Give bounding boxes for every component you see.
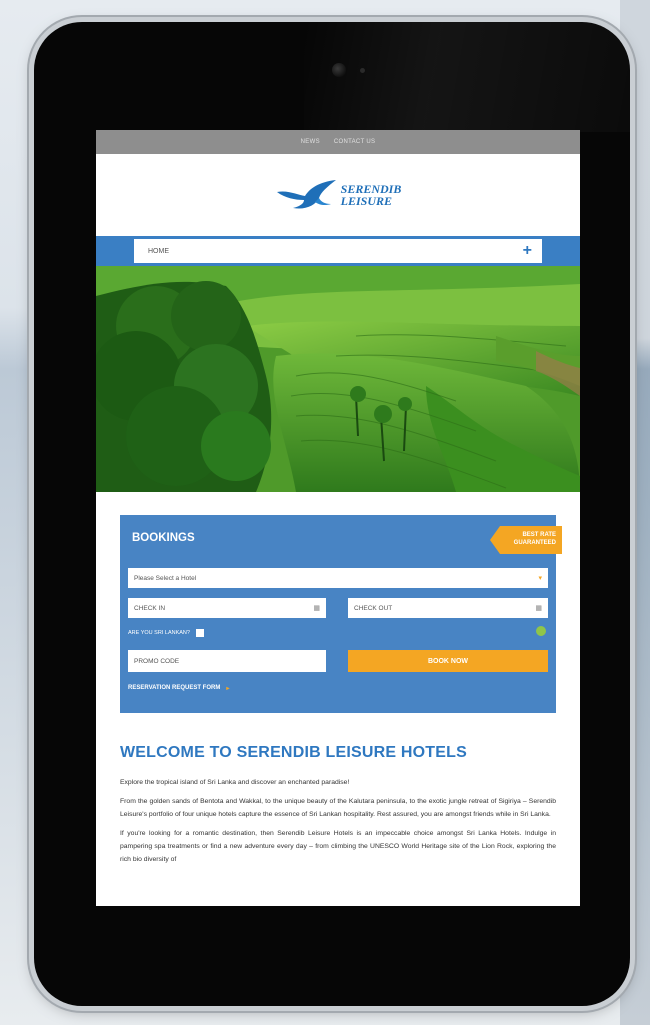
promo-code-input[interactable]: PROMO CODE (128, 650, 326, 672)
welcome-heading: WELCOME TO SERENDIB LEISURE HOTELS (120, 744, 467, 761)
topbar-link-contact[interactable]: CONTACT US (334, 139, 375, 145)
body-paragraph-2: If you're looking for a romantic destina… (120, 830, 556, 863)
check-out-field[interactable]: CHECK OUT ▦ (348, 598, 548, 618)
booking-title: BOOKINGS (132, 532, 195, 544)
book-now-button[interactable]: BOOK NOW (348, 650, 548, 672)
camera-icon (332, 63, 346, 77)
check-in-field[interactable]: CHECK IN ▦ (128, 598, 326, 618)
badge-line-1: BEST RATE (522, 532, 556, 538)
hotel-select-value: Please Select a Hotel (134, 574, 197, 582)
top-bar: NEWS CONTACT US (96, 130, 580, 154)
booking-panel: BOOKINGS BEST RATE GUARANTEED Please Sel… (120, 515, 562, 713)
calendar-icon: ▦ (313, 605, 320, 612)
bird-logo-icon (276, 180, 336, 209)
topbar-link-news[interactable]: NEWS (301, 139, 320, 145)
nav-bar: HOME + (96, 236, 580, 266)
sri-lankan-option: ARE YOU SRI LANKAN? (128, 629, 204, 637)
check-out-label: CHECK OUT (354, 604, 393, 612)
reservation-request-link[interactable]: RESERVATION REQUEST FORM ▸ (128, 685, 229, 692)
brand-text: SERENDIB LEISURE (341, 183, 402, 207)
tablet-screen: NEWS CONTACT US SERENDIB LEISURE HOME + (96, 130, 580, 906)
reservation-link-label: RESERVATION REQUEST FORM (128, 685, 221, 691)
sri-lankan-checkbox[interactable] (195, 629, 204, 637)
nav-home-label: HOME (148, 247, 169, 255)
body-paragraph-1: From the golden sands of Bentota and Wak… (120, 798, 556, 818)
hotel-select[interactable]: Please Select a Hotel ▾ (128, 568, 548, 588)
plus-icon[interactable]: + (523, 243, 532, 259)
badge-line-2: GUARANTEED (513, 540, 556, 546)
sensor-icon (360, 68, 365, 73)
brand-line-2: LEISURE (340, 194, 392, 208)
best-rate-badge: BEST RATE GUARANTEED (490, 526, 562, 554)
promo-code-placeholder: PROMO CODE (134, 657, 180, 665)
tea-plantation-landscape (96, 266, 580, 492)
nav-menu-toggle[interactable]: HOME + (134, 239, 542, 263)
check-in-label: CHECK IN (134, 604, 166, 612)
intro-paragraph: Explore the tropical island of Sri Lanka… (120, 779, 350, 786)
hero-image (96, 266, 580, 492)
chevron-down-icon: ▾ (538, 575, 542, 582)
chevron-right-icon: ▸ (226, 686, 230, 692)
site-logo[interactable]: SERENDIB LEISURE (96, 154, 580, 236)
tablet-glare (304, 22, 630, 132)
welcome-section: WELCOME TO SERENDIB LEISURE HOTELS Explo… (120, 744, 556, 872)
info-icon[interactable] (536, 626, 546, 636)
calendar-icon: ▦ (535, 605, 542, 612)
sri-lankan-label: ARE YOU SRI LANKAN? (128, 630, 190, 636)
